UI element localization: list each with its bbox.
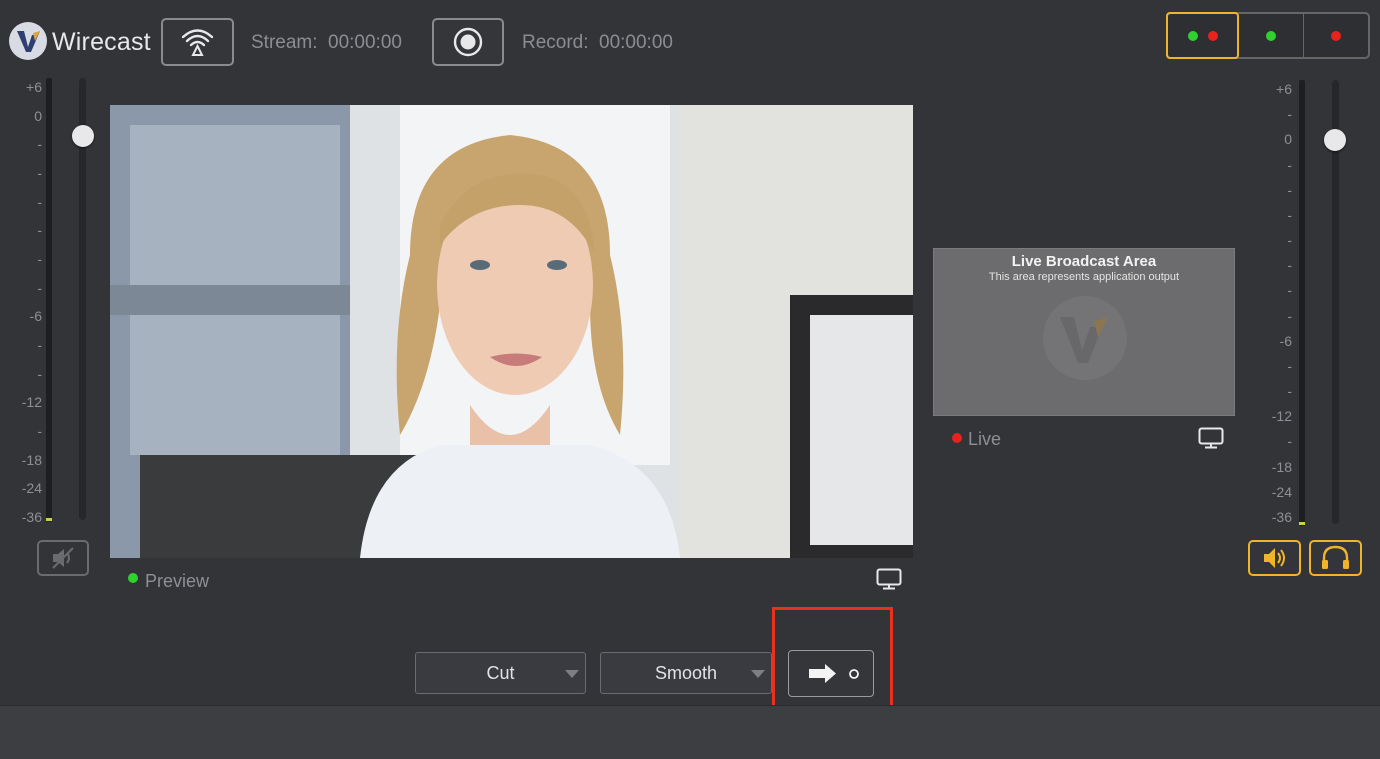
meter-scale-label: -24 [21, 480, 42, 497]
meter-scale-label: - [1287, 257, 1292, 274]
broadcast-wifi-icon [181, 29, 214, 56]
meter-scale-label: +6 [26, 79, 42, 95]
live-broadcast-area[interactable]: Live Broadcast Area This area represents… [933, 248, 1235, 416]
meter-scale-label: 0 [1284, 131, 1292, 148]
meter-scale-label: - [1287, 357, 1292, 374]
meter-scale-label: - [1287, 282, 1292, 299]
meter-scale-label: - [37, 337, 42, 353]
record-label: Record: [522, 32, 589, 53]
speaker-muted-icon [52, 547, 74, 569]
monitor-icon [1198, 427, 1224, 449]
green-dot-icon [1188, 30, 1198, 41]
meter-scale-label: - [1287, 206, 1292, 223]
chevron-down-icon [751, 670, 765, 678]
stream-label: Stream: [251, 32, 318, 53]
speaker-icon [1264, 548, 1285, 568]
layout-preview-live-button[interactable] [1166, 12, 1239, 59]
meter-scale-label: - [1287, 181, 1292, 198]
meter-scale-label: -12 [21, 394, 42, 411]
left-meter-scale: +6 0 - - - - - - -6 - - -12 - -18 -24 -36 [16, 79, 46, 524]
speaker-button[interactable] [1248, 540, 1301, 576]
meter-scale-label: - [37, 165, 42, 181]
live-area-subtitle: This area represents application output [988, 271, 1180, 283]
meter-scale-label: - [37, 423, 42, 439]
smooth-label: Smooth [654, 663, 718, 683]
layout-mode-selector [1166, 12, 1370, 59]
left-level-meter [46, 78, 52, 522]
monitor-icon [876, 568, 902, 590]
left-volume-slider[interactable] [72, 125, 94, 147]
chevron-down-icon [565, 670, 579, 678]
live-area-title: Live Broadcast Area [1011, 253, 1157, 270]
meter-scale-label: - [37, 136, 42, 153]
preview-monitor-button[interactable] [876, 568, 902, 595]
headphones-button[interactable] [1309, 540, 1362, 576]
cut-label: Cut [486, 663, 515, 683]
right-meter-scale: +6 - 0 - - - - - - - -6 - - -12 - -18 -24 -36 [1266, 81, 1296, 525]
meter-scale-label: +6 [1276, 81, 1292, 97]
green-dot-icon [1266, 30, 1276, 41]
meter-scale-label: 0 [34, 107, 42, 124]
preview-label: Preview [145, 571, 210, 591]
right-volume-slider[interactable] [1324, 129, 1346, 151]
meter-scale-label: - [1287, 106, 1292, 123]
preview-video[interactable] [110, 105, 913, 558]
mute-button[interactable] [37, 540, 89, 576]
meter-scale-label: -6 [29, 308, 42, 325]
cut-transition-dropdown[interactable]: Cut [415, 652, 586, 694]
red-dot-icon [1331, 30, 1341, 41]
meter-scale-label: - [37, 279, 42, 296]
layout-preview-only-button[interactable] [1239, 14, 1304, 57]
preview-video-frame [110, 105, 913, 558]
preview-status-dot [128, 573, 138, 583]
meter-scale-label: -36 [21, 509, 42, 525]
right-level-meter [1299, 80, 1305, 526]
record-timer: 00:00:00 [599, 32, 673, 53]
wirecast-logo [9, 22, 47, 60]
meter-scale-label: -18 [1271, 458, 1292, 475]
meter-scale-label: - [1287, 156, 1292, 173]
record-icon [453, 27, 483, 57]
meter-scale-label: - [1287, 383, 1292, 400]
live-monitor-button[interactable] [1198, 427, 1224, 454]
meter-scale-label: -6 [1279, 332, 1292, 349]
meter-scale-label: -36 [1271, 509, 1292, 525]
live-status-dot [952, 433, 962, 443]
red-dot-icon [1208, 30, 1218, 41]
live-label: Live [968, 429, 1002, 449]
headphones-icon [1322, 545, 1349, 569]
meter-scale-label: - [37, 365, 42, 382]
meter-scale-label: - [37, 222, 42, 239]
smooth-transition-dropdown[interactable]: Smooth [600, 652, 772, 694]
meter-scale-label: - [1287, 232, 1292, 249]
meter-scale-label: - [1287, 307, 1292, 324]
meter-scale-label: - [1287, 433, 1292, 450]
meter-scale-label: - [37, 193, 42, 210]
wirecast-watermark-logo [1043, 296, 1127, 380]
app-title: Wirecast [52, 28, 151, 56]
meter-scale-label: - [37, 251, 42, 267]
meter-scale-label: -24 [1271, 483, 1292, 500]
meter-scale-label: -18 [21, 451, 42, 468]
stream-timer: 00:00:00 [328, 32, 402, 53]
record-button[interactable] [432, 18, 504, 66]
stream-button[interactable] [161, 18, 234, 66]
layout-live-only-button[interactable] [1304, 14, 1368, 57]
bottom-status-bar [0, 705, 1380, 759]
meter-scale-label: -12 [1271, 408, 1292, 425]
